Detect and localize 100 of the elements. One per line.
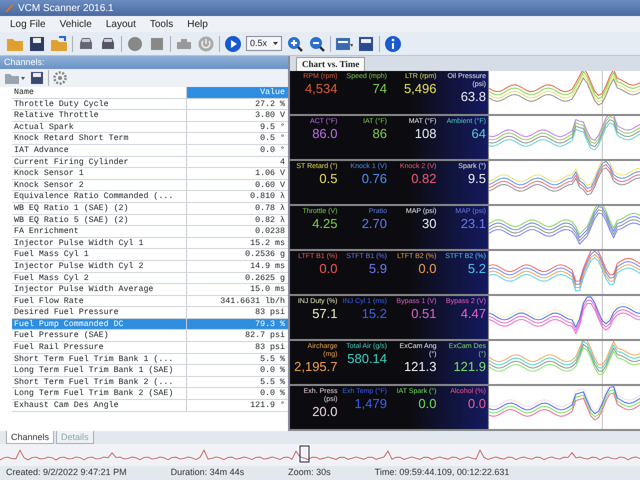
menu-item[interactable]: Layout [106, 16, 136, 32]
channel-value: 14.9 ms [249, 260, 286, 272]
gauge-value: 57.1 [311, 306, 338, 322]
zoom-out-icon[interactable] [308, 34, 326, 52]
channel-name[interactable]: Short Term Fuel Trim Bank 1 (... [12, 354, 187, 364]
gauge-value: 4,534 [304, 81, 338, 97]
channel-value: 3.80 V [254, 110, 286, 121]
settings-icon[interactable] [53, 71, 67, 85]
save-layout-icon[interactable] [357, 34, 376, 52]
gauge-value: 30 [421, 216, 436, 232]
channel-value: 0.2536 g [244, 249, 286, 260]
channel-name[interactable]: Fuel Mass Cyl 1 [12, 249, 187, 260]
channel-name[interactable]: Injector Pulse Width Cyl 2 [12, 260, 187, 272]
channel-name[interactable]: Relative Throttle [12, 110, 187, 121]
gauge-value: 0.0 [417, 396, 436, 412]
gauge-value: 0.82 [410, 171, 436, 187]
gauge-value: 0.0 [466, 396, 486, 412]
channel-name[interactable]: Actual Spark [12, 122, 187, 132]
gauge-value: 1,479 [353, 396, 387, 412]
channel-name[interactable]: Exhaust Cam Des Angle [12, 400, 187, 411]
channel-value: 5.5 % [259, 354, 286, 364]
channel-value: 0.60 V [254, 180, 286, 190]
gauge-value: 0.5 [318, 171, 338, 187]
channel-value: 79.3 % [187, 318, 288, 330]
gauge-value: 5,496 [402, 81, 436, 97]
channel-name[interactable]: Equivalence Ratio Commanded (... [12, 191, 187, 202]
channel-value: 341.6631 lb/h [219, 296, 286, 306]
channel-value: 83 psi [254, 342, 286, 353]
channel-value: 0.78 λ [254, 202, 286, 214]
channel-name[interactable]: Knock Sensor 1 [12, 168, 187, 179]
play-icon[interactable] [224, 34, 242, 52]
gauge-value: 20.0 [311, 404, 338, 420]
time-text: Time: 09:59:44.109, 00:12:22.631 [374, 466, 510, 480]
gauge-value: 5.2 [466, 261, 486, 277]
channel-name[interactable]: Fuel Pressure (SAE) [12, 330, 187, 342]
gauge-value: 0.0 [318, 261, 338, 277]
panel-title: Channels: [0, 56, 288, 69]
folder-arrow-icon[interactable] [50, 34, 68, 52]
gauge-value: 121.3 [402, 359, 436, 375]
save-icon[interactable] [28, 34, 46, 52]
channel-value: 121.9 ° [249, 400, 286, 411]
gauge-value: 4.47 [460, 306, 486, 322]
zoom-text: Zoom: 30s [288, 466, 331, 480]
channel-name[interactable]: Current Firing Cylinder [12, 156, 187, 168]
channel-name[interactable]: FA Enrichment [12, 226, 187, 237]
channel-value: 0.2625 g [244, 272, 286, 284]
channel-value: 4 [279, 156, 286, 168]
channel-name[interactable]: Fuel Flow Rate [12, 296, 187, 306]
channel-name[interactable]: Short Term Fuel Trim Bank 2 (... [12, 376, 187, 388]
channel-value: 0.0 % [259, 388, 286, 400]
channel-name[interactable]: Long Term Fuel Trim Bank 2 (SAE) [12, 388, 187, 400]
channel-name[interactable]: Knock Retard Short Term [12, 133, 187, 144]
menu-item[interactable]: Log File [10, 16, 46, 32]
gauge-value: 9.5 [466, 171, 486, 187]
gauge-value: 0.76 [360, 171, 387, 187]
gauge-value: 0.51 [410, 306, 436, 322]
channel-name[interactable]: Fuel Mass Cyl 2 [12, 272, 187, 284]
gauge-value: 580.14 [346, 351, 387, 367]
channel-value: 0.0 % [259, 365, 286, 376]
channel-value: 0.0238 [254, 226, 286, 237]
duration-text: Duration: 34m 44s [170, 466, 244, 480]
info-icon[interactable] [384, 34, 402, 52]
channel-value: 15.2 ms [249, 238, 286, 248]
gauge-value: 15.2 [360, 306, 387, 322]
channel-value: 0.810 λ [249, 191, 286, 202]
channel-value: 1.06 V [254, 168, 286, 179]
channel-name[interactable]: WB EQ Ratio 1 (SAE) (2) [12, 202, 187, 214]
gauge-value: 64 [470, 126, 486, 142]
gauge-value: 74 [372, 81, 387, 97]
panel-tab[interactable]: Channels [6, 431, 54, 444]
channel-name[interactable]: WB EQ Ratio 5 (SAE) (2) [12, 214, 187, 226]
record-icon[interactable] [126, 34, 144, 52]
gauge-value: 63.8 [460, 89, 486, 105]
speed-dropdown[interactable]: 0.5x [246, 36, 282, 51]
gauge-value: 0.0 [417, 261, 436, 277]
chart-tab[interactable]: Chart vs. Time [296, 56, 366, 71]
gauge-value: 4.25 [311, 216, 338, 232]
gauge-value: 108 [414, 126, 436, 142]
channel-value: 82.7 psi [244, 330, 286, 342]
app-logo-icon [4, 3, 14, 13]
menu-item[interactable]: Vehicle [60, 16, 92, 32]
channel-name[interactable]: Injector Pulse Width Average [12, 284, 187, 295]
zoom-in-icon[interactable] [286, 34, 304, 52]
channel-name[interactable]: Long Term Fuel Trim Bank 1 (SAE) [12, 365, 187, 376]
channel-value: 5.5 % [259, 376, 286, 388]
window-title: VCM Scanner 2016.1 [18, 2, 114, 16]
gauge-value: 2.70 [360, 216, 387, 232]
menu-item[interactable]: Tools [150, 16, 174, 32]
channel-name[interactable]: Knock Sensor 2 [12, 180, 187, 190]
channel-value: 83 psi [254, 307, 286, 318]
channel-name[interactable]: Injector Pulse Width Cyl 1 [12, 238, 187, 248]
channel-name[interactable]: Fuel Rail Pressure [12, 342, 187, 353]
menu-item[interactable]: Help [187, 16, 208, 32]
channel-name[interactable]: Desired Fuel Pressure [12, 307, 187, 318]
gauge-value: 86 [372, 126, 387, 142]
channel-value: 9.5 ° [259, 122, 286, 132]
gauge-value: 86.0 [311, 126, 338, 142]
channel-name[interactable]: IAT Advance [12, 144, 187, 156]
channel-name[interactable]: Throttle Duty Cycle [12, 98, 187, 110]
channel-value: 0.82 λ [254, 214, 286, 226]
